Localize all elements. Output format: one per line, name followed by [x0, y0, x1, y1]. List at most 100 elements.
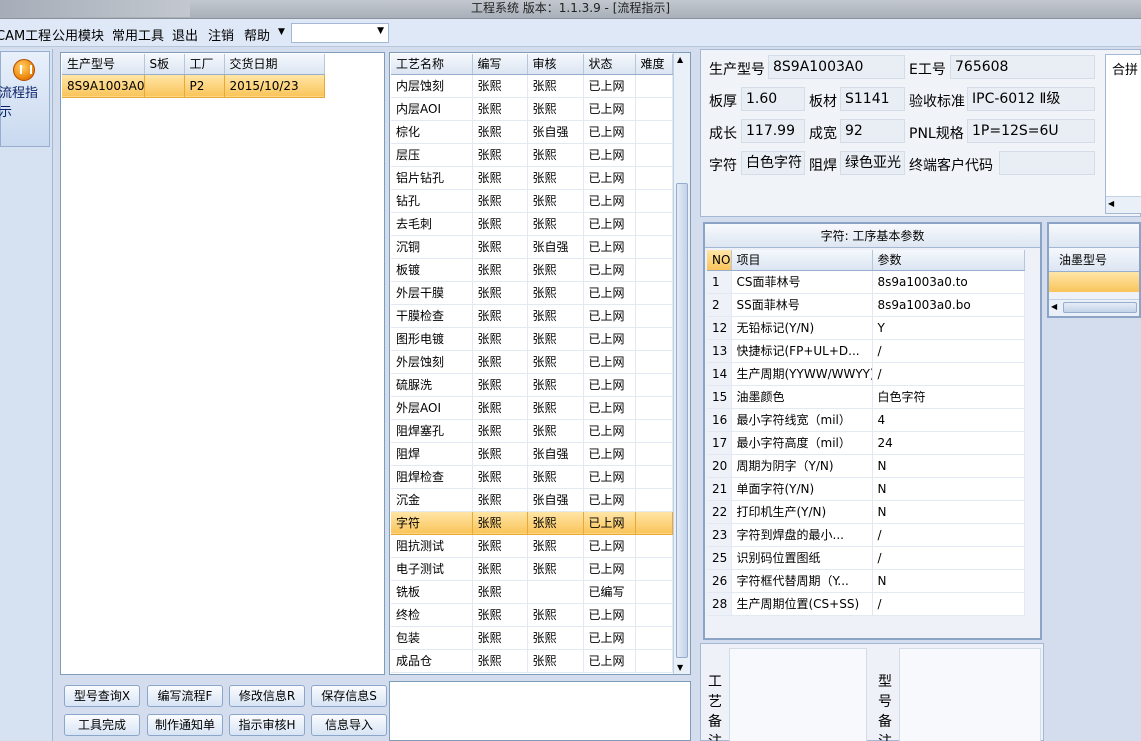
table-row[interactable]: 字符 张熙 张熙 已上网 — [391, 511, 673, 535]
mask-field[interactable]: 绿色亚光 — [840, 151, 905, 175]
col-header-s-board[interactable]: S板 — [144, 54, 185, 75]
table-row[interactable]: 硫脲洗 张熙 张熙 已上网 — [391, 373, 673, 397]
model-list-panel: 生产型号 S板 工厂 交货日期 8S9A1003A0 P2 2015/10/23 — [60, 52, 385, 675]
table-row[interactable]: 沉铜 张熙 张自强 已上网 — [391, 235, 673, 259]
table-row[interactable]: 去毛刺 张熙 张熙 已上网 — [391, 212, 673, 236]
menu-exit[interactable]: 退出 — [172, 25, 198, 44]
process-note-field[interactable] — [729, 648, 867, 741]
table-row[interactable]: 22 打印机生产(Y/N) N — [707, 500, 1025, 524]
table-row[interactable]: 阻焊检查 张熙 张熙 已上网 — [391, 465, 673, 489]
customer-code-field[interactable] — [999, 151, 1095, 175]
col-header-writer[interactable]: 编写 — [472, 54, 528, 75]
col-header-process-name[interactable]: 工艺名称 — [391, 54, 473, 75]
tool-done-button[interactable]: 工具完成 — [64, 714, 140, 736]
table-row[interactable]: 21 单面字符(Y/N) N — [707, 477, 1025, 501]
col-header-difficulty[interactable]: 难度 — [635, 54, 673, 75]
table-row[interactable]: 15 油墨颜色 白色字符 — [707, 385, 1025, 409]
pnl-field[interactable]: 1P=12S=6U — [967, 119, 1095, 143]
ink-scrollbar[interactable]: ◀ — [1049, 299, 1139, 316]
col-header-model[interactable]: 生产型号 — [62, 54, 145, 75]
table-row[interactable]: 层压 张熙 张熙 已上网 — [391, 143, 673, 167]
scroll-down-icon[interactable]: ▼ — [677, 663, 683, 672]
scroll-left-icon[interactable]: ◀ — [1051, 302, 1057, 311]
table-row[interactable]: 12 无铅标记(Y/N) Y — [707, 316, 1025, 340]
material-field[interactable]: S1141 — [840, 87, 905, 111]
scroll-thumb[interactable] — [1063, 302, 1137, 313]
table-row[interactable]: 8S9A1003A0 P2 2015/10/23 — [62, 74, 325, 98]
table-row[interactable]: 14 生产周期(YYWW/WWYY) / — [707, 362, 1025, 386]
table-row[interactable]: 1 CS面菲林号 8s9a1003a0.to — [707, 270, 1025, 294]
col-header-reviewer[interactable]: 审核 — [527, 54, 584, 75]
thickness-field[interactable]: 1.60 — [741, 87, 805, 111]
table-row[interactable]: 阻焊塞孔 张熙 张熙 已上网 — [391, 419, 673, 443]
flow-indication-button[interactable]: 流程指示 — [0, 51, 50, 147]
menu-logout[interactable]: 注销 — [208, 25, 234, 44]
table-row[interactable]: 外层干膜 张熙 张熙 已上网 — [391, 281, 673, 305]
table-row[interactable]: 内层蚀刻 张熙 张熙 已上网 — [391, 74, 673, 98]
cell-writer: 张熙 — [472, 442, 528, 466]
process-scrollbar[interactable]: ▲ ▼ — [673, 53, 690, 674]
col-header-item[interactable]: 项目 — [731, 250, 873, 271]
menu-help[interactable]: 帮助 — [244, 25, 270, 44]
table-row[interactable]: 成品仓 张熙 张熙 已上网 — [391, 649, 673, 673]
write-flow-button[interactable]: 编写流程F — [147, 685, 223, 707]
scroll-up-icon[interactable]: ▲ — [677, 55, 683, 64]
table-row[interactable]: 外层AOI 张熙 张熙 已上网 — [391, 396, 673, 420]
col-header-param[interactable]: 参数 — [872, 250, 1025, 271]
modify-info-button[interactable]: 修改信息R — [229, 685, 305, 707]
ink-col-header[interactable]: 油墨型号 — [1049, 248, 1139, 272]
table-row[interactable]: 终检 张熙 张熙 已上网 — [391, 603, 673, 627]
col-header-status[interactable]: 状态 — [583, 54, 636, 75]
review-button[interactable]: 指示审核H — [229, 714, 305, 736]
table-row[interactable]: 铝片钻孔 张熙 张熙 已上网 — [391, 166, 673, 190]
scroll-left-icon[interactable]: ◀ — [1108, 199, 1114, 208]
import-info-button[interactable]: 信息导入 — [311, 714, 387, 736]
menu-common-tools[interactable]: 常用工具 — [112, 25, 164, 44]
process-note-area[interactable] — [389, 681, 691, 741]
merge-scrollbar[interactable]: ◀ — [1106, 196, 1141, 213]
scroll-thumb[interactable] — [676, 183, 688, 658]
table-row[interactable]: 外层蚀刻 张熙 张熙 已上网 — [391, 350, 673, 374]
table-row[interactable]: 2 SS面菲林号 8s9a1003a0.bo — [707, 293, 1025, 317]
menu-overflow-icon[interactable]: ▼ — [278, 27, 285, 37]
model-note-field[interactable] — [899, 648, 1041, 741]
model-field[interactable]: 8S9A1003A0 — [768, 55, 905, 79]
table-row[interactable]: 阻抗测试 张熙 张熙 已上网 — [391, 534, 673, 558]
table-row[interactable]: 电子测试 张熙 张熙 已上网 — [391, 557, 673, 581]
table-row[interactable]: 20 周期为阴字（Y/N) N — [707, 454, 1025, 478]
table-row[interactable]: 沉金 张熙 张自强 已上网 — [391, 488, 673, 512]
table-row[interactable]: 26 字符框代替周期（Y... N — [707, 569, 1025, 593]
table-row[interactable]: 23 字符到焊盘的最小... / — [707, 523, 1025, 547]
table-row[interactable]: 17 最小字符高度（mil） 24 — [707, 431, 1025, 455]
table-row[interactable]: 28 生产周期位置(CS+SS) / — [707, 592, 1025, 616]
table-row[interactable]: 钻孔 张熙 张熙 已上网 — [391, 189, 673, 213]
col-header-delivery-date[interactable]: 交货日期 — [224, 54, 325, 75]
table-row[interactable]: 阻焊 张熙 张自强 已上网 — [391, 442, 673, 466]
length-field[interactable]: 117.99 — [741, 119, 805, 143]
col-header-no[interactable]: NO — [707, 250, 732, 271]
standard-field[interactable]: IPC-6012 Ⅱ级 — [967, 87, 1095, 111]
model-query-button[interactable]: 型号查询X — [64, 685, 140, 707]
col-header-factory[interactable]: 工厂 — [184, 54, 225, 75]
cell-no: 25 — [707, 546, 732, 570]
char-field[interactable]: 白色字符 — [741, 151, 805, 175]
table-row[interactable]: 图形电镀 张熙 张熙 已上网 — [391, 327, 673, 351]
make-notice-button[interactable]: 制作通知单 — [147, 714, 223, 736]
table-row[interactable]: 棕化 张熙 张自强 已上网 — [391, 120, 673, 144]
width-field[interactable]: 92 — [840, 119, 905, 143]
table-row[interactable]: 16 最小字符线宽（mil） 4 — [707, 408, 1025, 432]
cell-status: 已上网 — [583, 304, 636, 328]
table-row[interactable]: 包装 张熙 张熙 已上网 — [391, 626, 673, 650]
table-row[interactable]: 13 快捷标记(FP+UL+D... / — [707, 339, 1025, 363]
menu-combo-box[interactable]: ▼ — [291, 23, 389, 43]
menu-cam[interactable]: CAM工程 — [0, 25, 51, 44]
menu-common-module[interactable]: 公用模块 — [52, 25, 104, 44]
eno-field[interactable]: 765608 — [950, 55, 1095, 79]
table-row[interactable]: 25 识别码位置图纸 / — [707, 546, 1025, 570]
ink-selected-row[interactable] — [1049, 272, 1139, 292]
table-row[interactable]: 干膜检查 张熙 张熙 已上网 — [391, 304, 673, 328]
table-row[interactable]: 板镀 张熙 张熙 已上网 — [391, 258, 673, 282]
table-row[interactable]: 内层AOI 张熙 张熙 已上网 — [391, 97, 673, 121]
table-row[interactable]: 铣板 张熙 已编写 — [391, 580, 673, 604]
save-info-button[interactable]: 保存信息S — [311, 685, 387, 707]
